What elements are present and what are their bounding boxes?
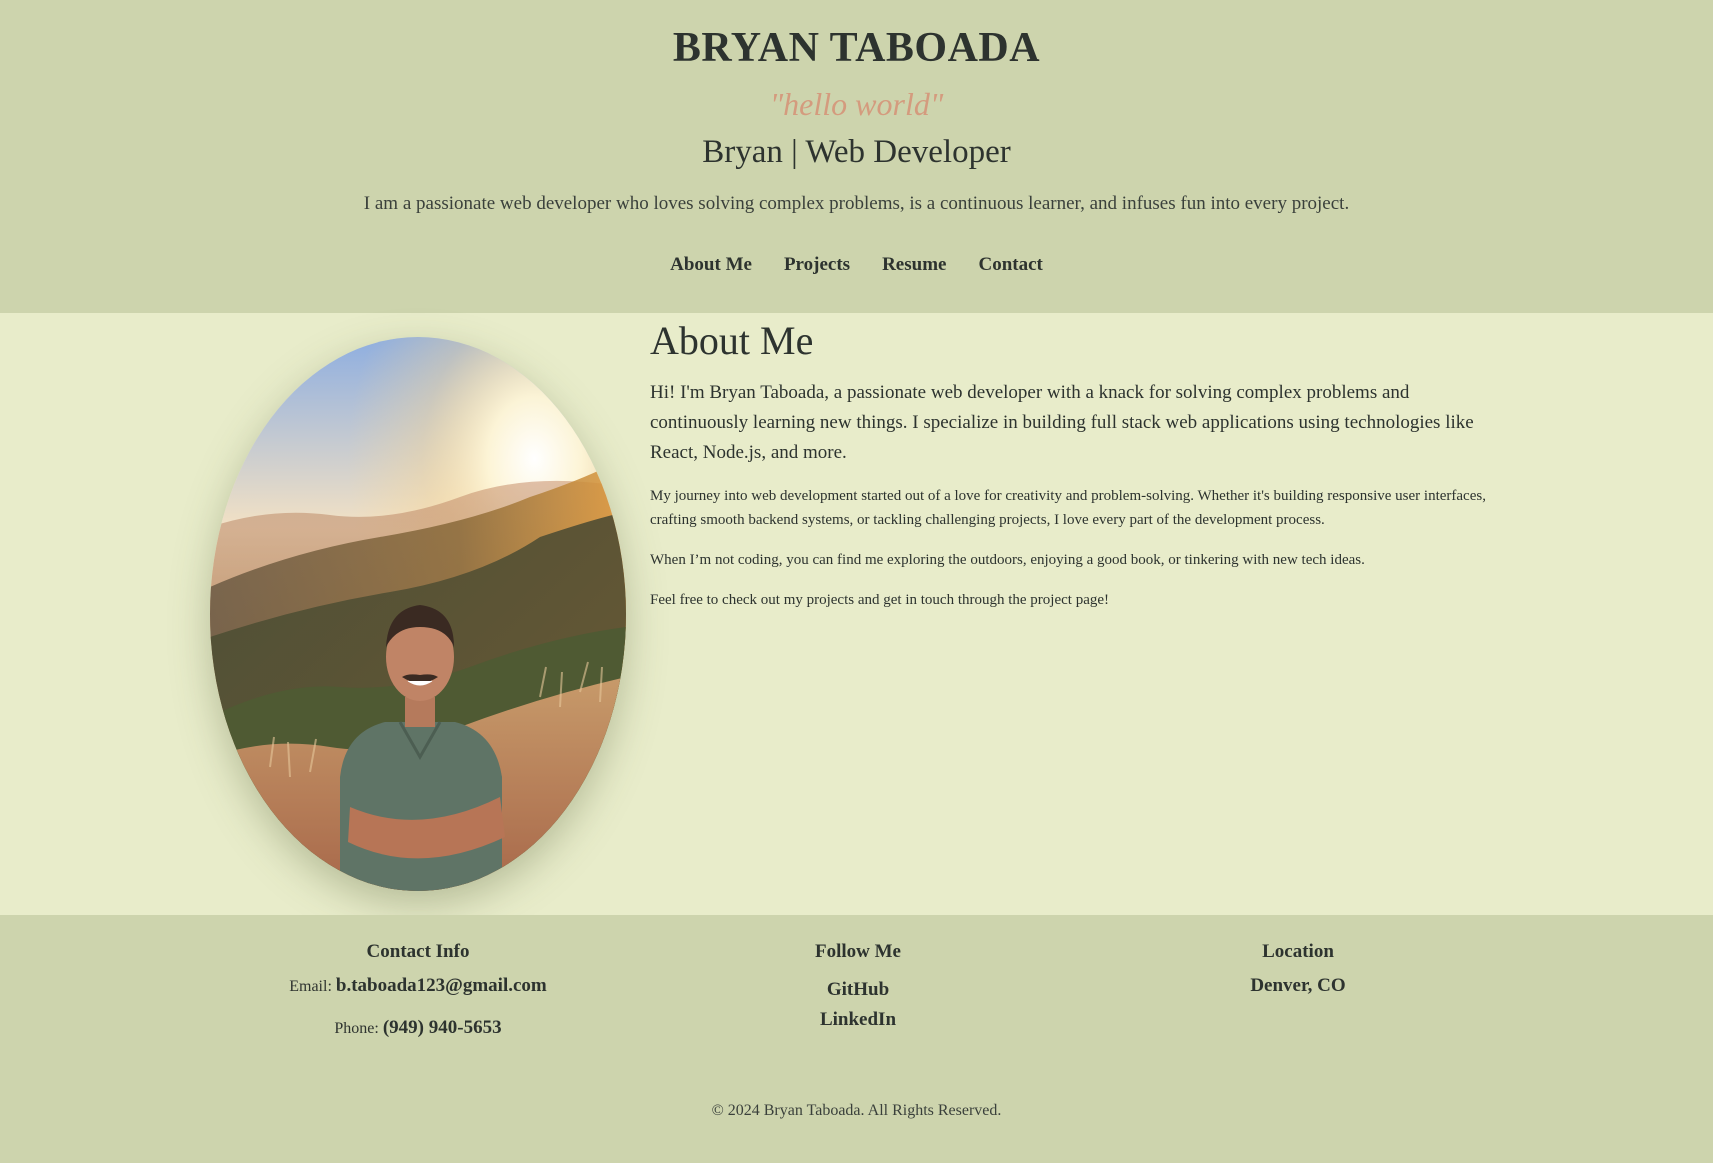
profile-photo	[210, 337, 626, 891]
phone-link[interactable]: (949) 940-5653	[383, 1017, 502, 1038]
about-lead: Hi! I'm Bryan Taboada, a passionate web …	[650, 382, 1474, 463]
contact-info-heading: Contact Info	[366, 941, 470, 962]
nav-contact[interactable]: Contact	[978, 254, 1042, 276]
nav-projects[interactable]: Projects	[784, 254, 850, 276]
about-paragraph-hobbies: When I’m not coding, you can find me exp…	[650, 552, 1365, 568]
phone-label: Phone:	[334, 1020, 379, 1037]
location-value: Denver, CO	[1250, 975, 1346, 996]
nav-resume[interactable]: Resume	[882, 254, 946, 276]
site-header: BRYAN TABOADA "hello world" Bryan | Web …	[0, 0, 1713, 313]
location-column: Location Denver, CO	[1088, 941, 1508, 997]
intro-text: I am a passionate web developer who love…	[363, 193, 1350, 214]
site-title: BRYAN TABOADA	[672, 25, 1041, 71]
about-heading: About Me	[650, 318, 814, 363]
profile-photo-illustration	[210, 337, 626, 891]
about-paragraph-cta: Feel free to check out my projects and g…	[650, 592, 1110, 608]
email-link[interactable]: b.taboada123@gmail.com	[336, 975, 547, 996]
contact-info-column: Contact Info Email: b.taboada123@gmail.c…	[208, 941, 628, 1039]
role-subtitle: Bryan | Web Developer	[702, 134, 1011, 170]
follow-me-heading: Follow Me	[814, 941, 901, 962]
location-heading: Location	[1262, 941, 1334, 962]
copyright: © 2024 Bryan Taboada. All Rights Reserve…	[711, 1102, 1002, 1119]
nav-about-me[interactable]: About Me	[670, 254, 752, 276]
github-link[interactable]: GitHub	[648, 975, 1068, 1005]
email-label: Email:	[289, 978, 332, 995]
main-nav: About Me Projects Resume Contact	[0, 254, 1713, 276]
site-footer: Contact Info Email: b.taboada123@gmail.c…	[0, 915, 1713, 1163]
location-line: Denver, CO	[1088, 975, 1508, 997]
social-links: GitHub LinkedIn	[648, 975, 1068, 1035]
about-paragraph-journey: My journey into web development started …	[650, 488, 1486, 528]
phone-line: Phone: (949) 940-5653	[208, 1017, 628, 1039]
email-line: Email: b.taboada123@gmail.com	[208, 975, 628, 997]
about-content: About Me Hi! I'm Bryan Taboada, a passio…	[650, 313, 1490, 612]
linkedin-link[interactable]: LinkedIn	[648, 1005, 1068, 1035]
tagline: "hello world"	[769, 86, 944, 122]
follow-me-column: Follow Me GitHub LinkedIn	[648, 941, 1068, 1035]
about-section: About Me Hi! I'm Bryan Taboada, a passio…	[0, 313, 1713, 915]
